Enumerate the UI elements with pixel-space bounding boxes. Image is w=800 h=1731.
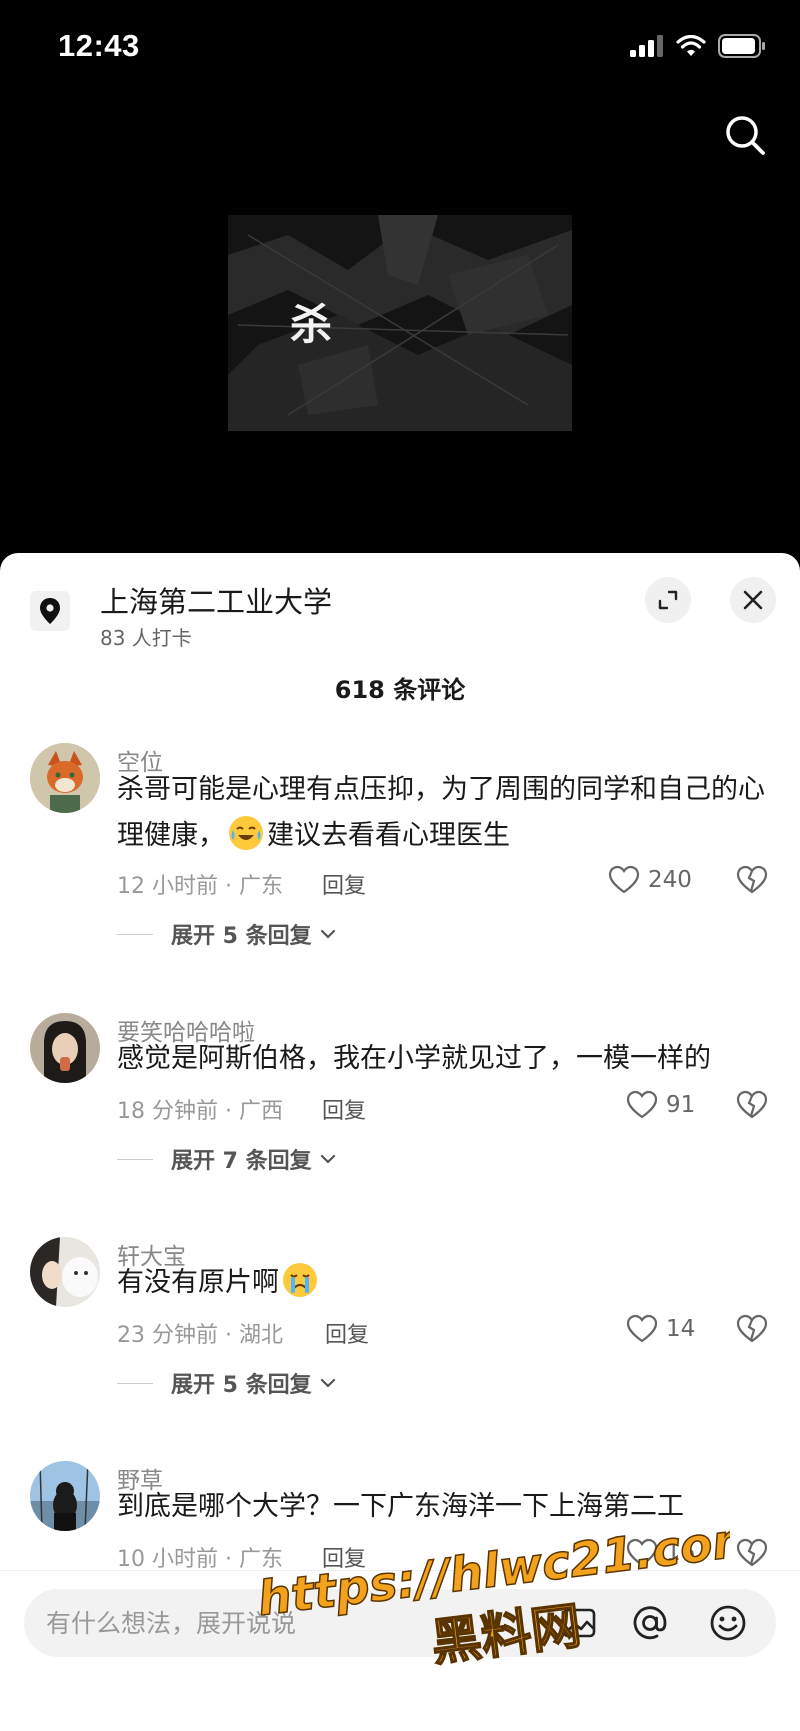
comment-text: 感觉是阿斯伯格，我在小学就见过了，一模一样的 (117, 1043, 711, 1074)
like-count: 16 (666, 1540, 696, 1566)
divider (117, 1382, 153, 1384)
broken-heart-icon[interactable] (735, 863, 769, 897)
like-count: 14 (666, 1316, 696, 1342)
location-pin-icon (40, 598, 60, 624)
emoji-icon (710, 1605, 746, 1641)
mention-button[interactable] (630, 1603, 670, 1643)
image-icon (562, 1608, 596, 1638)
comment-text-part: 建议去看看心理医生 (267, 820, 510, 851)
comments-sheet: 上海第二工业大学 83 人打卡 618 条评论 空位 杀哥可能是心理有点压抑，为… (0, 553, 800, 1731)
comment-meta: 23 分钟前 · 湖北 (117, 1323, 283, 1348)
like-count: 240 (648, 867, 692, 893)
close-icon (743, 590, 763, 610)
expand-replies[interactable]: 展开 7 条回复 (117, 1143, 338, 1175)
battery-icon (718, 34, 765, 58)
chevron-down-icon (320, 1378, 335, 1388)
comment-count: 618 条评论 (334, 676, 466, 704)
status-icons (630, 34, 766, 58)
expand-replies-label: 展开 5 条回复 (171, 924, 312, 949)
video-overlay-char: 杀 (290, 300, 333, 349)
close-button[interactable] (730, 577, 776, 623)
divider (117, 933, 153, 935)
reply-button[interactable]: 回复 (322, 1093, 366, 1125)
expand-button[interactable] (645, 577, 691, 623)
at-icon (633, 1606, 667, 1640)
image-button[interactable] (560, 1603, 600, 1643)
avatar[interactable] (30, 1237, 100, 1307)
expand-icon (658, 590, 678, 610)
comment-item: 野草 到底是哪个大学？一下广东海洋一下上海第二工 10 小时前 · 广东 回复 … (0, 1461, 800, 1581)
like-count: 91 (666, 1092, 696, 1118)
heart-icon (626, 1538, 658, 1567)
chevron-down-icon (320, 1154, 335, 1164)
avatar[interactable] (30, 1461, 100, 1531)
location-title[interactable]: 上海第二工业大学 (100, 579, 332, 621)
reply-button[interactable]: 回复 (322, 1541, 366, 1573)
reply-button[interactable]: 回复 (322, 868, 366, 900)
search-icon (726, 116, 765, 155)
comment-input[interactable] (46, 1603, 466, 1643)
wifi-icon (676, 35, 706, 56)
broken-heart-icon[interactable] (735, 1312, 769, 1346)
status-bar: 12:43 (0, 0, 800, 100)
location-checkins: 83 人打卡 (100, 626, 192, 650)
comment-text: 有没有原片啊 (117, 1260, 777, 1306)
comment-item: 要笑哈哈哈啦 感觉是阿斯伯格，我在小学就见过了，一模一样的 18 分钟前 · 广… (0, 1013, 800, 1213)
reply-button[interactable]: 回复 (325, 1317, 369, 1349)
laughing-crying-emoji-icon (229, 816, 263, 850)
video-texture (228, 215, 572, 431)
expand-replies-label: 展开 7 条回复 (171, 1149, 312, 1174)
comment-meta: 12 小时前 · 广东 (117, 874, 283, 899)
chevron-down-icon (320, 929, 335, 939)
comment-text: 到底是哪个大学？一下广东海洋一下上海第二工 (117, 1491, 684, 1522)
comment-input-bar (0, 1570, 800, 1731)
heart-icon (626, 1090, 658, 1119)
comment-item: 空位 杀哥可能是心理有点压抑，为了周围的同学和自己的心理健康， 建议去看看心理医… (0, 743, 800, 1003)
search-button[interactable] (720, 110, 770, 160)
avatar-image (30, 743, 100, 813)
expand-replies[interactable]: 展开 5 条回复 (117, 1367, 338, 1399)
comment-item: 轩大宝 有没有原片啊 23 分钟前 · 湖北 回复 14 展开 5 条回复 (0, 1237, 800, 1437)
avatar-image (30, 1461, 100, 1531)
like-button[interactable]: 91 (626, 1090, 695, 1120)
broken-heart-icon[interactable] (735, 1536, 769, 1570)
status-time: 12:43 (58, 28, 140, 63)
comment-input-pill[interactable] (24, 1589, 776, 1657)
avatar[interactable] (30, 743, 100, 813)
location-badge[interactable] (30, 591, 70, 631)
comment-text-part: 有没有原片啊 (117, 1267, 279, 1298)
video-preview[interactable]: 杀 (228, 215, 572, 431)
avatar[interactable] (30, 1013, 100, 1083)
emoji-button[interactable] (708, 1603, 748, 1643)
signal-icon (630, 35, 663, 57)
broken-heart-icon[interactable] (735, 1088, 769, 1122)
expand-replies[interactable]: 展开 5 条回复 (117, 918, 338, 950)
crying-emoji-icon (283, 1263, 317, 1297)
like-button[interactable]: 16 (626, 1538, 695, 1568)
avatar-image (30, 1237, 100, 1307)
expand-replies-label: 展开 5 条回复 (171, 1373, 312, 1398)
heart-icon (608, 865, 640, 894)
divider (117, 1158, 153, 1160)
avatar-image (30, 1013, 100, 1083)
comment-meta: 18 分钟前 · 广西 (117, 1099, 283, 1124)
like-button[interactable]: 240 (608, 865, 692, 895)
like-button[interactable]: 14 (626, 1314, 695, 1344)
comment-meta: 10 小时前 · 广东 (117, 1547, 283, 1572)
heart-icon (626, 1314, 658, 1343)
comment-text: 杀哥可能是心理有点压抑，为了周围的同学和自己的心理健康， 建议去看看心理医生 (117, 767, 777, 859)
